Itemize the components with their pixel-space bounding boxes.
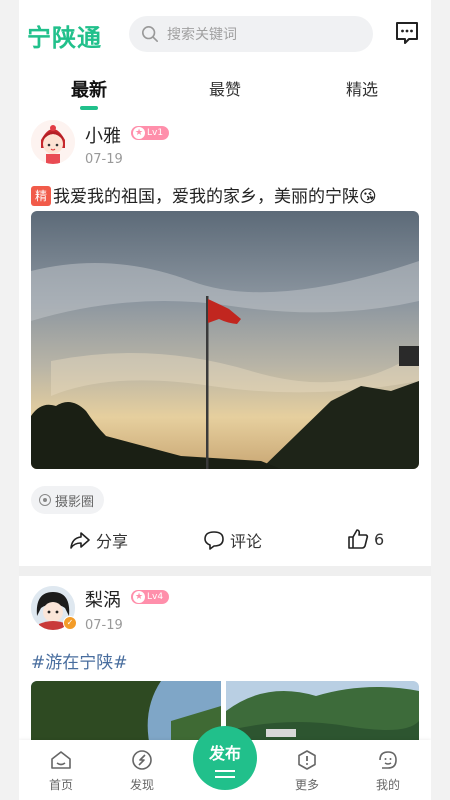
share-button[interactable]: 分享	[69, 528, 128, 552]
search-placeholder: 搜索关键词	[167, 27, 237, 43]
avatar[interactable]	[31, 120, 75, 164]
nav-home-label: 首页	[48, 778, 73, 792]
search-icon	[141, 25, 159, 43]
post-text-content: 我爱我的祖国，爱我的家乡，美丽的宁陕😘	[53, 187, 377, 207]
avatar-girl-icon	[31, 120, 75, 164]
post-card[interactable]: ✓ 梨涡 ★ Lv4 07-19 #游在宁陕#	[19, 576, 431, 751]
feed-tabs: 最新 最赞 精选	[19, 64, 431, 112]
nav-discover-label: 发现	[129, 778, 154, 792]
star-icon: ★	[133, 591, 145, 603]
thumbs-up-icon	[348, 529, 369, 549]
top-bar: 宁陕通 搜索关键词	[19, 0, 431, 64]
nav-mine[interactable]: 我的	[358, 748, 418, 793]
like-button[interactable]: 6	[347, 528, 384, 550]
message-icon[interactable]	[394, 20, 420, 46]
level-label: Lv1	[147, 128, 164, 138]
tab-featured[interactable]: 精选	[346, 76, 378, 100]
post-hashtag[interactable]: #游在宁陕#	[31, 648, 128, 673]
topic-tag[interactable]: 摄影圈	[31, 486, 105, 514]
like-count: 6	[374, 529, 385, 549]
post-divider	[19, 566, 431, 576]
tab-latest[interactable]: 最新	[71, 76, 107, 102]
publish-icon	[215, 770, 235, 778]
app-frame: 宁陕通 搜索关键词 最新 最赞 精选 小雅 ★ Lv1 07-19 精 我爱我的…	[19, 0, 431, 800]
share-label: 分享	[96, 532, 129, 551]
publish-button[interactable]: 发布	[193, 726, 257, 790]
nav-discover[interactable]: 发现	[112, 748, 172, 793]
comment-icon	[204, 531, 224, 550]
home-icon	[51, 751, 71, 769]
star-icon: ★	[133, 127, 145, 139]
post-card[interactable]: 小雅 ★ Lv1 07-19 精我爱我的祖国，爱我的家乡，美丽的宁陕😘 摄影圈 …	[19, 112, 431, 566]
post-username[interactable]: 梨涡	[85, 586, 121, 612]
publish-label: 发布	[208, 744, 241, 763]
level-badge: ★ Lv1	[131, 126, 170, 140]
topic-label: 摄影圈	[55, 494, 95, 510]
search-input[interactable]: 搜索关键词	[129, 16, 373, 52]
post-date: 07-19	[85, 152, 123, 167]
post-image[interactable]	[31, 211, 419, 469]
post-username[interactable]: 小雅	[85, 122, 121, 148]
comment-button[interactable]: 评论	[203, 528, 262, 552]
post-date: 07-19	[85, 618, 123, 633]
discover-icon	[132, 750, 152, 770]
post-text[interactable]: 精我爱我的祖国，爱我的家乡，美丽的宁陕😘	[31, 182, 377, 207]
flag-sunset-photo	[31, 211, 419, 469]
profile-icon	[379, 751, 397, 769]
nav-more[interactable]: 更多	[277, 748, 337, 793]
app-logo: 宁陕通	[27, 24, 102, 52]
level-badge: ★ Lv4	[131, 590, 170, 604]
comment-label: 评论	[230, 532, 263, 551]
nav-more-label: 更多	[294, 778, 319, 792]
share-icon	[70, 532, 90, 549]
active-tab-indicator	[80, 106, 98, 110]
nav-mine-label: 我的	[375, 778, 400, 792]
circle-icon	[39, 494, 51, 506]
verified-badge-icon: ✓	[63, 616, 77, 630]
nav-home[interactable]: 首页	[31, 748, 91, 793]
level-label: Lv4	[147, 592, 164, 602]
featured-badge: 精	[31, 186, 51, 206]
tab-most-liked[interactable]: 最赞	[209, 76, 241, 100]
more-icon	[298, 750, 316, 770]
